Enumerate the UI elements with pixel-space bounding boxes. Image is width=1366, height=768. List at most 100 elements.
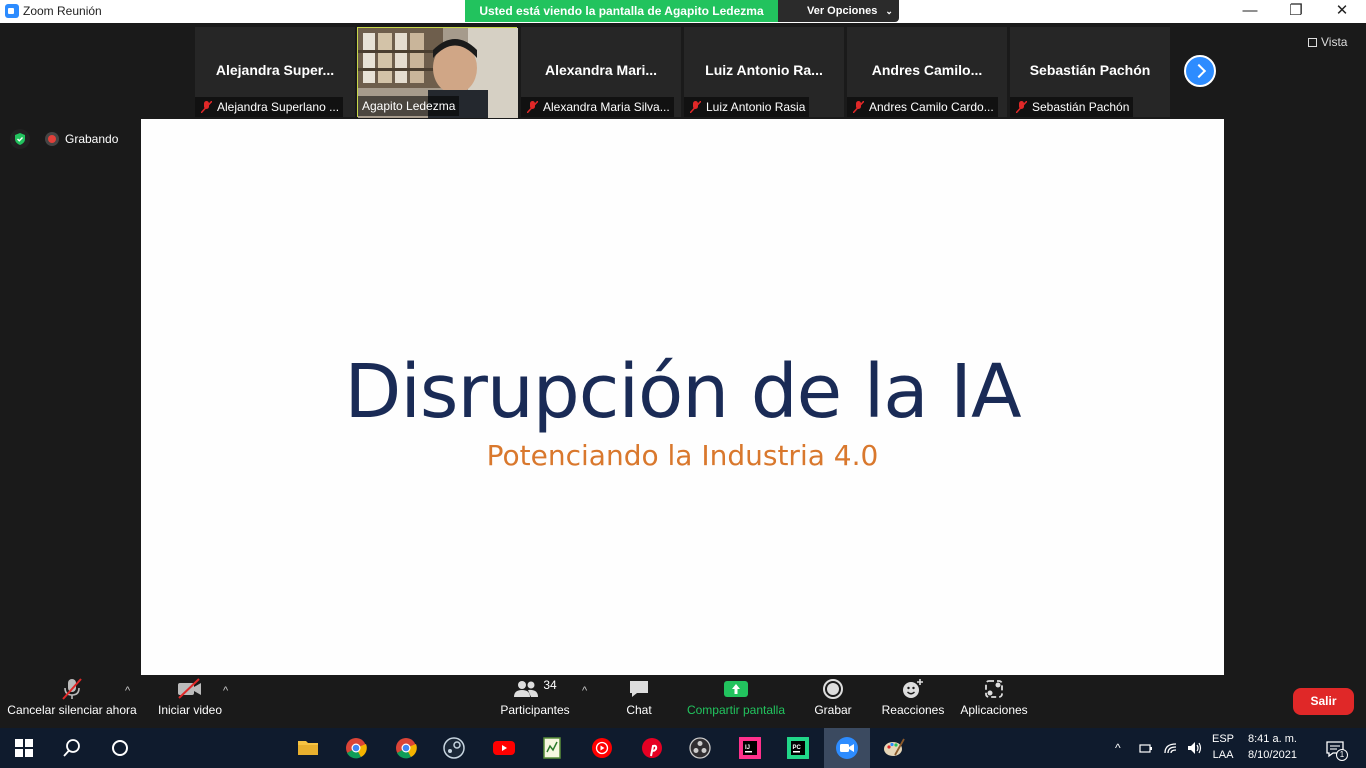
- intellij-icon[interactable]: IJ: [738, 736, 762, 760]
- apps-button[interactable]: Aplicaciones: [956, 675, 1032, 728]
- windows-start-icon[interactable]: [12, 736, 36, 760]
- record-icon: [823, 679, 843, 699]
- muted-mic-icon: [201, 101, 212, 113]
- participant-label: Alejandra Superlano ...: [195, 97, 344, 117]
- clock[interactable]: 8:41 a. m. 8/10/2021: [1248, 731, 1297, 763]
- minimize-button[interactable]: —: [1227, 0, 1273, 22]
- start-video-button[interactable]: Iniciar video: [152, 675, 228, 728]
- shield-icon[interactable]: [10, 129, 30, 149]
- muted-mic-icon: [62, 678, 82, 700]
- participant-tile[interactable]: Alexandra Mari... Alexandra Maria Silva.…: [521, 27, 681, 117]
- zoom-logo-icon: [5, 4, 19, 18]
- participant-display-name: Alexandra Mari...: [544, 62, 658, 78]
- view-button-label: Vista: [1321, 35, 1348, 49]
- language-indicator[interactable]: ESP LAA: [1212, 731, 1234, 763]
- cortana-icon[interactable]: [108, 736, 132, 760]
- participant-label: Agapito Ledezma: [358, 96, 460, 116]
- video-off-icon: [178, 678, 201, 699]
- reactions-button[interactable]: Reacciones: [878, 675, 948, 728]
- unmute-button[interactable]: Cancelar silenciar ahora: [6, 675, 138, 728]
- participant-label-text: Andres Camilo Cardo...: [869, 100, 994, 114]
- chrome-icon[interactable]: [344, 736, 368, 760]
- chat-button[interactable]: Chat: [612, 675, 666, 728]
- participant-display-name: Sebastián Pachón: [1029, 62, 1151, 78]
- participant-tile[interactable]: Sebastián Pachón Sebastián Pachón: [1010, 27, 1170, 117]
- pinterest-icon[interactable]: [640, 736, 664, 760]
- participants-count: 34: [543, 678, 557, 692]
- shield-check-icon: [15, 133, 25, 145]
- next-page-button[interactable]: [1184, 55, 1216, 87]
- muted-mic-icon: [690, 101, 701, 113]
- recording-label: Grabando: [65, 132, 119, 146]
- clock-time: 8:41 a. m.: [1248, 733, 1297, 745]
- chevron-down-icon: ⌄: [885, 6, 893, 16]
- language-code: ESP: [1212, 733, 1235, 745]
- participant-display-name: Luiz Antonio Ra...: [705, 62, 823, 78]
- share-screen-label: Compartir pantalla: [686, 703, 786, 717]
- start-video-label: Iniciar video: [157, 703, 223, 717]
- paint-icon[interactable]: [882, 736, 906, 760]
- chat-label: Chat: [626, 703, 652, 717]
- zoom-icon[interactable]: [835, 736, 859, 760]
- clock-date: 8/10/2021: [1248, 749, 1297, 761]
- participant-tile[interactable]: Luiz Antonio Ra... Luiz Antonio Rasia: [684, 27, 844, 117]
- steam-icon[interactable]: [442, 736, 466, 760]
- participants-button[interactable]: 34 Participantes: [496, 675, 574, 728]
- window-title: Zoom Reunión: [23, 4, 102, 18]
- tray-expand-icon[interactable]: ^: [1115, 741, 1121, 755]
- participant-tile[interactable]: Andres Camilo... Andres Camilo Cardo...: [847, 27, 1007, 117]
- apps-icon: [985, 680, 1003, 698]
- participant-label-text: Alejandra Superlano ...: [217, 100, 340, 114]
- view-button[interactable]: Vista: [1308, 35, 1347, 49]
- participants-label: Participantes: [500, 703, 570, 717]
- record-label: Grabar: [814, 703, 852, 717]
- search-icon[interactable]: [60, 736, 84, 760]
- muted-mic-icon: [853, 101, 864, 113]
- unmute-label: Cancelar silenciar ahora: [7, 703, 137, 717]
- participant-display-name: Andres Camilo...: [871, 62, 983, 78]
- reactions-label: Reacciones: [881, 703, 945, 717]
- power-icon[interactable]: [1138, 740, 1154, 756]
- reactions-icon: [903, 679, 923, 698]
- video-options-caret-icon[interactable]: ^: [223, 685, 228, 697]
- wifi-icon[interactable]: [1163, 740, 1179, 756]
- chrome-icon[interactable]: [394, 736, 418, 760]
- restore-button[interactable]: ❐: [1273, 0, 1319, 22]
- view-options-button[interactable]: Ver Opciones ⌄: [778, 0, 899, 22]
- obs-icon[interactable]: [688, 736, 712, 760]
- close-button[interactable]: ✕: [1319, 0, 1365, 22]
- volume-icon[interactable]: [1186, 740, 1204, 756]
- share-screen-button[interactable]: Compartir pantalla: [682, 675, 790, 728]
- participant-tile[interactable]: Alejandra Super... Alejandra Superlano .…: [195, 27, 355, 117]
- youtube-music-icon[interactable]: [590, 736, 614, 760]
- meeting-controls: Cancelar silenciar ahora ^ Iniciar video…: [0, 675, 1366, 728]
- participant-label: Andres Camilo Cardo...: [847, 97, 998, 117]
- participant-tile-active[interactable]: Agapito Ledezma: [357, 27, 518, 118]
- participant-label-text: Alexandra Maria Silva...: [543, 100, 670, 114]
- apps-label: Aplicaciones: [960, 703, 1028, 717]
- participant-display-name: Alejandra Super...: [215, 62, 335, 78]
- slide-title: Disrupción de la IA: [344, 349, 1021, 435]
- record-button[interactable]: Grabar: [806, 675, 860, 728]
- participant-label: Sebastián Pachón: [1010, 97, 1134, 117]
- notepad-icon[interactable]: [540, 736, 564, 760]
- leave-button[interactable]: Salir: [1293, 688, 1354, 715]
- slide-subtitle: Potenciando la Industria 4.0: [486, 439, 879, 472]
- chat-icon: [630, 681, 648, 697]
- file-explorer-icon[interactable]: [296, 736, 320, 760]
- share-screen-icon: [724, 681, 748, 697]
- participant-label: Luiz Antonio Rasia: [684, 97, 810, 117]
- recording-icon[interactable]: [45, 132, 59, 146]
- youtube-icon[interactable]: [492, 736, 516, 760]
- muted-mic-icon: [527, 101, 538, 113]
- svg-text:IJ: IJ: [745, 745, 750, 751]
- participant-label-text: Luiz Antonio Rasia: [706, 100, 806, 114]
- participant-label-text: Sebastián Pachón: [1032, 100, 1130, 114]
- taskbar: IJ PC ^ 1: [0, 728, 1366, 768]
- muted-mic-icon: [1016, 101, 1027, 113]
- pycharm-icon[interactable]: PC: [786, 736, 810, 760]
- participants-options-caret-icon[interactable]: ^: [582, 685, 587, 697]
- audio-options-caret-icon[interactable]: ^: [125, 685, 130, 697]
- svg-text:PC: PC: [793, 745, 802, 751]
- viewing-banner: Usted está viendo la pantalla de Agapito…: [465, 0, 778, 22]
